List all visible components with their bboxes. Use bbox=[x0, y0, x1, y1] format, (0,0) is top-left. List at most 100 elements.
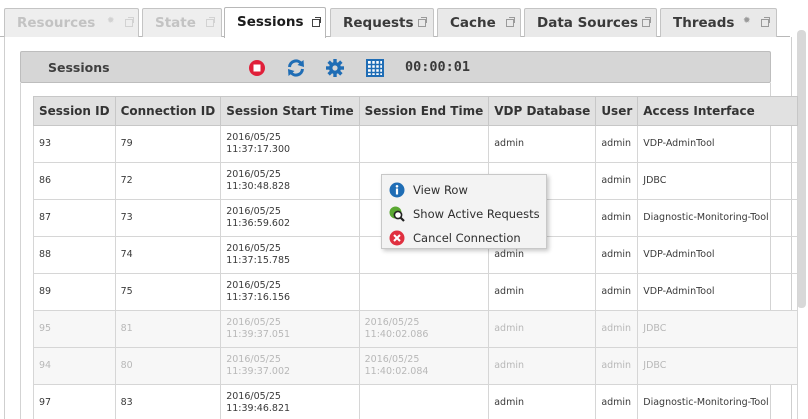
cell-session-id: 94 bbox=[33, 347, 116, 385]
tab-label: State bbox=[155, 15, 196, 31]
tab-label: Data Sources bbox=[537, 15, 639, 31]
cell-start-time: 2016/05/25 11:30:48.828 bbox=[220, 162, 360, 200]
cell-session-id: 95 bbox=[33, 310, 116, 348]
cell-user: admin bbox=[595, 236, 639, 274]
cell-session-id: 93 bbox=[33, 125, 116, 163]
cell-start-time: 2016/05/25 11:37:15.785 bbox=[220, 236, 360, 274]
cell-start-time: 2016/05/25 11:39:37.051 bbox=[220, 310, 360, 348]
cell-access-interface: JDBC bbox=[637, 310, 799, 348]
table-row[interactable]: 95 81 2016/05/25 11:39:37.051 2016/05/25 1… bbox=[33, 310, 799, 348]
cell-start-time: 2016/05/25 11:37:16.156 bbox=[220, 273, 360, 311]
menu-item-label: Cancel Connection bbox=[413, 231, 521, 245]
tab-label: Resources bbox=[17, 15, 96, 31]
cell-database: admin bbox=[488, 310, 597, 348]
cell-access-interface: VDP-AdminTool bbox=[637, 236, 799, 274]
refresh-icon[interactable] bbox=[286, 58, 306, 78]
cell-end-time: 2016/05/25 11:40:02.086 bbox=[358, 310, 490, 348]
table-body: 93 79 2016/05/25 11:37:17.300 admin admin… bbox=[33, 125, 799, 419]
table-header-row: Session ID Connection ID Session Start T… bbox=[33, 96, 799, 126]
col-session-id[interactable]: Session ID bbox=[33, 96, 116, 126]
gear-icon[interactable]: ✹ bbox=[743, 17, 751, 26]
table-row[interactable]: 94 80 2016/05/25 11:39:37.002 2016/05/25 1… bbox=[33, 347, 799, 385]
menu-item-label: Show Active Requests bbox=[413, 207, 540, 221]
table-row[interactable]: 93 79 2016/05/25 11:37:17.300 admin admin… bbox=[33, 125, 799, 163]
cell-start-time: 2016/05/25 11:39:46.821 bbox=[220, 384, 360, 419]
cell-session-id: 86 bbox=[33, 162, 116, 200]
col-session-start-time[interactable]: Session Start Time bbox=[220, 96, 360, 126]
settings-icon[interactable] bbox=[325, 58, 345, 78]
popout-icon[interactable] bbox=[206, 17, 215, 30]
grid-icon[interactable] bbox=[365, 58, 385, 78]
cell-connection-id: 81 bbox=[114, 310, 222, 348]
menu-item-view-row[interactable]: View Row bbox=[382, 178, 546, 202]
table-row[interactable]: 89 75 2016/05/25 11:37:16.156 admin admin… bbox=[33, 273, 799, 311]
cell-access-interface: VDP-AdminTool bbox=[637, 273, 799, 311]
cell-user: admin bbox=[595, 310, 639, 348]
col-access-interface[interactable]: Access Interface bbox=[637, 96, 799, 126]
cell-end-time bbox=[358, 125, 490, 163]
col-user[interactable]: User bbox=[595, 96, 639, 126]
menu-item-label: View Row bbox=[413, 183, 468, 197]
sessions-window: Resources ✹ State Sessions Requests Cach… bbox=[0, 0, 808, 419]
tab-sessions[interactable]: Sessions bbox=[224, 7, 326, 38]
tab-data-sources[interactable]: Data Sources bbox=[524, 8, 657, 37]
sessions-table: Session ID Connection ID Session Start T… bbox=[33, 96, 799, 419]
tab-label: Threads bbox=[673, 15, 735, 31]
menu-item-cancel-connection[interactable]: Cancel Connection bbox=[382, 226, 546, 250]
cell-access-interface: Diagnostic-Monitoring-Tool bbox=[637, 199, 799, 237]
popout-icon[interactable] bbox=[418, 17, 427, 30]
cancel-icon bbox=[389, 230, 405, 246]
popout-icon[interactable] bbox=[642, 17, 651, 30]
table-row[interactable]: 97 83 2016/05/25 11:39:46.821 admin admin… bbox=[33, 384, 799, 419]
cell-connection-id: 73 bbox=[114, 199, 222, 237]
cell-session-id: 89 bbox=[33, 273, 116, 311]
tab-resources[interactable]: Resources ✹ bbox=[4, 8, 139, 37]
cell-database: admin bbox=[488, 273, 597, 311]
elapsed-timer: 00:00:01 bbox=[405, 59, 471, 75]
stop-icon[interactable] bbox=[247, 58, 267, 78]
cell-user: admin bbox=[595, 125, 639, 163]
col-vdp-database[interactable]: VDP Database bbox=[488, 96, 597, 126]
cell-end-time bbox=[358, 384, 490, 419]
cell-access-interface: JDBC bbox=[637, 347, 799, 385]
tab-state[interactable]: State bbox=[142, 8, 222, 37]
popout-icon[interactable] bbox=[761, 17, 770, 30]
cell-access-interface: JDBC bbox=[637, 162, 799, 200]
tab-label: Requests bbox=[343, 15, 414, 31]
cell-database: admin bbox=[488, 384, 597, 419]
popout-icon[interactable] bbox=[125, 17, 134, 30]
tab-cache[interactable]: Cache bbox=[437, 8, 521, 37]
tab-label: Sessions bbox=[237, 14, 304, 30]
info-icon bbox=[389, 182, 405, 198]
tab-bar: Resources ✹ State Sessions Requests Cach… bbox=[0, 0, 790, 38]
cell-user: admin bbox=[595, 347, 639, 385]
tab-label: Cache bbox=[450, 15, 496, 31]
cell-user: admin bbox=[595, 384, 639, 419]
row-context-menu: View Row Show Active Requests Cancel Con… bbox=[381, 174, 547, 249]
cell-user: admin bbox=[595, 199, 639, 237]
vertical-scrollbar[interactable] bbox=[797, 30, 806, 308]
tab-threads[interactable]: Threads ✹ bbox=[660, 8, 777, 37]
search-requests-icon bbox=[389, 206, 405, 222]
menu-item-show-active-requests[interactable]: Show Active Requests bbox=[382, 202, 546, 226]
cell-session-id: 97 bbox=[33, 384, 116, 419]
col-connection-id[interactable]: Connection ID bbox=[114, 96, 222, 126]
cell-end-time bbox=[358, 273, 490, 311]
cell-access-interface: VDP-AdminTool bbox=[637, 125, 799, 163]
cell-user: admin bbox=[595, 162, 639, 200]
cell-start-time: 2016/05/25 11:36:59.602 bbox=[220, 199, 360, 237]
cell-session-id: 88 bbox=[33, 236, 116, 274]
col-session-end-time[interactable]: Session End Time bbox=[358, 96, 490, 126]
popout-icon[interactable] bbox=[506, 17, 515, 30]
cell-start-time: 2016/05/25 11:39:37.002 bbox=[220, 347, 360, 385]
popout-icon[interactable] bbox=[312, 17, 321, 30]
tab-requests[interactable]: Requests bbox=[330, 8, 434, 37]
cell-connection-id: 74 bbox=[114, 236, 222, 274]
toolbar-title: Sessions bbox=[48, 60, 110, 75]
cell-user: admin bbox=[595, 273, 639, 311]
gear-icon[interactable]: ✹ bbox=[107, 17, 115, 26]
cell-connection-id: 80 bbox=[114, 347, 222, 385]
cell-database: admin bbox=[488, 347, 597, 385]
cell-session-id: 87 bbox=[33, 199, 116, 237]
cell-connection-id: 79 bbox=[114, 125, 222, 163]
